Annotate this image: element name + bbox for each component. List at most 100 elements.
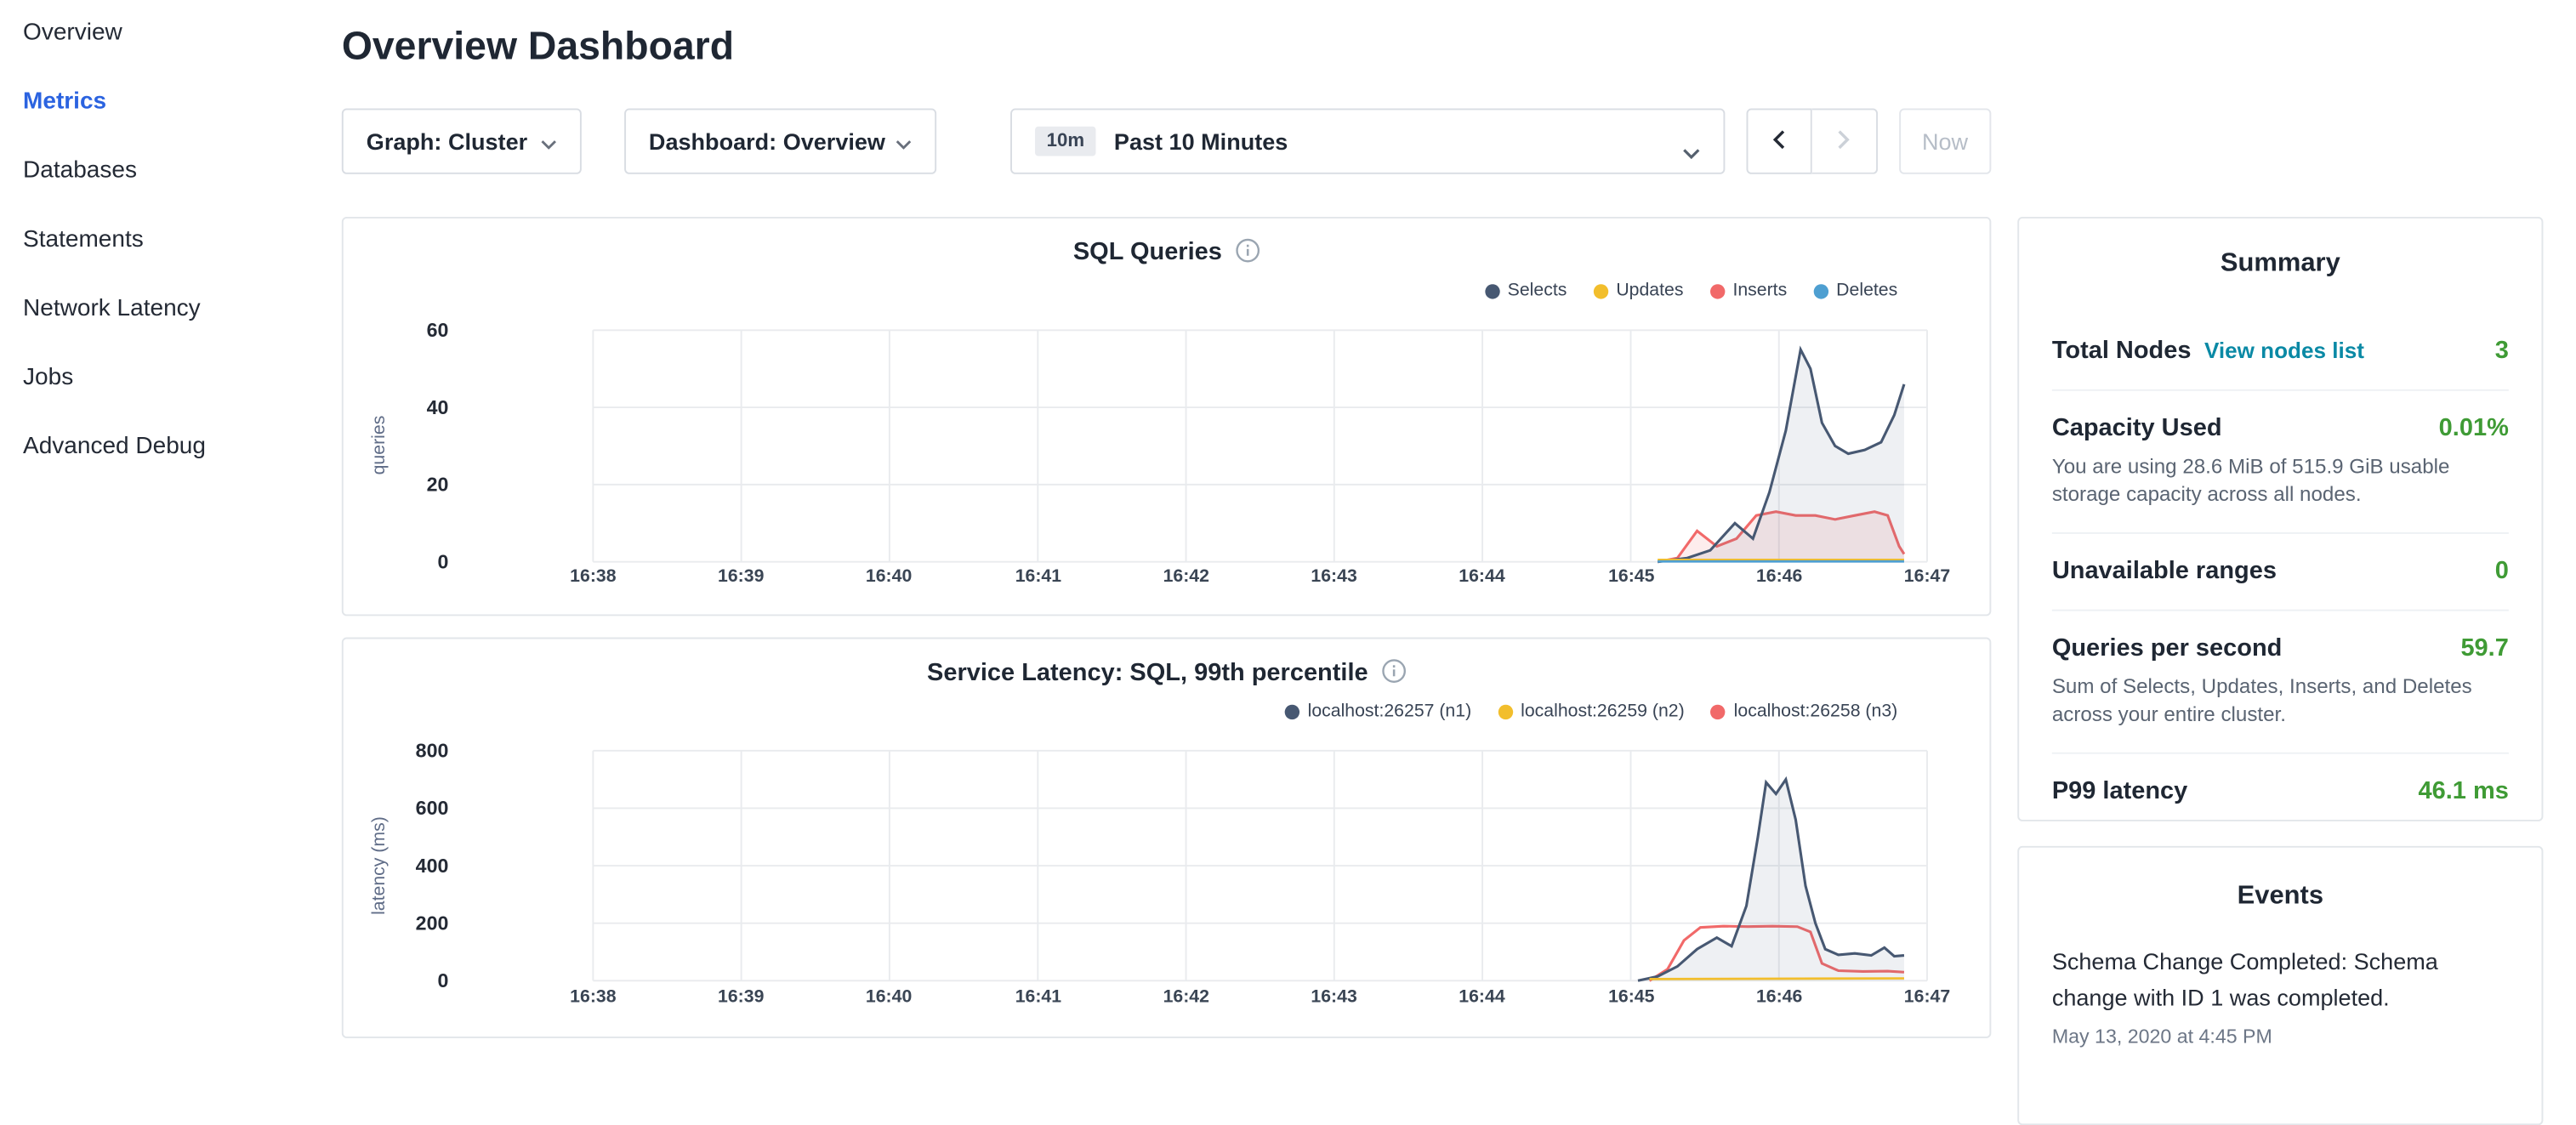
sidebar-item-databases[interactable]: Databases <box>23 153 312 189</box>
y-tick: 0 <box>373 548 449 575</box>
legend-label: Deletes <box>1836 281 1897 300</box>
time-range-dropdown[interactable]: 10m Past 10 Minutes <box>1010 108 1725 173</box>
sidebar-item-advanced-debug[interactable]: Advanced Debug <box>23 429 312 464</box>
info-icon[interactable] <box>1235 238 1260 270</box>
x-tick: 16:43 <box>1285 987 1384 1007</box>
chart-service-latency: Service Latency: SQL, 99th percentile lo… <box>342 638 1992 1038</box>
x-tick: 16:40 <box>839 987 938 1007</box>
x-tick: 16:46 <box>1730 987 1828 1007</box>
legend-item-inserts[interactable]: Inserts <box>1709 281 1787 300</box>
graph-dropdown-label: Graph: Cluster <box>367 128 527 155</box>
right-sidebar: Summary Total Nodes View nodes list 3 Ca… <box>2017 217 2543 1125</box>
chart-title-text: SQL Queries <box>1073 238 1222 266</box>
x-tick: 16:38 <box>543 987 642 1007</box>
legend-dot <box>1709 283 1724 298</box>
summary-label: P99 latency <box>2052 777 2187 807</box>
y-tick: 600 <box>373 795 449 821</box>
event-item[interactable]: Schema Change Completed: Schema change w… <box>2052 943 2509 1015</box>
events-panel: Events Schema Change Completed: Schema c… <box>2017 846 2543 1125</box>
page-title: Overview Dashboard <box>342 20 1992 76</box>
x-tick: 16:45 <box>1582 566 1680 586</box>
legend-dot <box>1285 704 1299 719</box>
y-tick: 200 <box>373 910 449 936</box>
view-nodes-list-link[interactable]: View nodes list <box>2204 337 2364 366</box>
x-tick: 16:41 <box>989 566 1088 586</box>
summary-description: Sum of Selects, Updates, Inserts, and De… <box>2052 673 2509 730</box>
summary-row-queries-per-second: Queries per second 59.7 Sum of Selects, … <box>2052 610 2509 753</box>
summary-value: 0.01% <box>2439 414 2509 444</box>
time-range-label: Past 10 Minutes <box>1114 128 1288 155</box>
y-tick: 20 <box>373 471 449 497</box>
summary-label: Queries per second <box>2052 634 2283 664</box>
x-tick: 16:46 <box>1730 566 1828 586</box>
summary-panel: Summary Total Nodes View nodes list 3 Ca… <box>2017 217 2543 821</box>
chart-legend: localhost:26257 (n1) localhost:26259 (n2… <box>1285 702 1898 721</box>
legend-label: localhost:26258 (n3) <box>1734 702 1898 721</box>
summary-value: 59.7 <box>2460 634 2508 664</box>
legend-label: Inserts <box>1732 281 1787 300</box>
sidebar-item-metrics[interactable]: Metrics <box>23 84 312 120</box>
legend-item-n1[interactable]: localhost:26257 (n1) <box>1285 702 1472 721</box>
x-tick: 16:47 <box>1878 566 1976 586</box>
sidebar-item-network-latency[interactable]: Network Latency <box>23 291 312 327</box>
chart-legend: Selects Updates Inserts Deletes <box>1485 281 1898 300</box>
y-tick: 0 <box>373 968 449 994</box>
summary-label: Unavailable ranges <box>2052 557 2277 587</box>
chart-sql-queries: SQL Queries Selects Updates Inserts Dele… <box>342 217 1992 616</box>
app-root: Overview Metrics Databases Statements Ne… <box>0 0 2576 1051</box>
events-title: Events <box>2052 848 2509 913</box>
y-tick: 60 <box>373 317 449 344</box>
summary-label: Total Nodes <box>2052 337 2192 366</box>
x-tick: 16:42 <box>1137 566 1236 586</box>
time-range-badge: 10m <box>1035 127 1096 156</box>
event-timestamp: May 13, 2020 at 4:45 PM <box>2052 1025 2509 1048</box>
x-tick: 16:38 <box>543 566 642 586</box>
sidebar: Overview Metrics Databases Statements Ne… <box>0 0 312 1051</box>
summary-row-p99-latency: P99 latency 46.1 ms <box>2052 753 2509 821</box>
chevron-down-icon <box>896 128 912 155</box>
y-tick: 40 <box>373 395 449 421</box>
summary-row-total-nodes: Total Nodes View nodes list 3 <box>2052 314 2509 389</box>
sidebar-item-jobs[interactable]: Jobs <box>23 360 312 395</box>
time-step-buttons <box>1746 108 1878 173</box>
legend-item-n2[interactable]: localhost:26259 (n2) <box>1498 702 1685 721</box>
x-tick: 16:47 <box>1878 987 1976 1007</box>
time-forward-button[interactable] <box>1811 108 1877 173</box>
legend-label: Updates <box>1616 281 1683 300</box>
chevron-left-icon <box>1772 129 1785 154</box>
legend-item-updates[interactable]: Updates <box>1593 281 1683 300</box>
chevron-right-icon <box>1837 129 1850 154</box>
legend-dot <box>1813 283 1828 298</box>
chart-title-text: Service Latency: SQL, 99th percentile <box>927 659 1368 687</box>
now-button[interactable]: Now <box>1899 108 1992 173</box>
summary-label: Capacity Used <box>2052 414 2222 444</box>
summary-value: 0 <box>2495 557 2509 587</box>
main-content: Overview Dashboard Graph: Cluster Dashbo… <box>342 0 1992 1038</box>
graph-dropdown[interactable]: Graph: Cluster <box>342 108 582 173</box>
summary-rows: Total Nodes View nodes list 3 Capacity U… <box>2052 314 2509 821</box>
legend-dot <box>1711 704 1726 719</box>
legend-label: localhost:26259 (n2) <box>1521 702 1685 721</box>
sidebar-item-statements[interactable]: Statements <box>23 222 312 258</box>
dashboard-dropdown-label: Dashboard: Overview <box>649 128 885 155</box>
summary-value: 3 <box>2495 337 2509 366</box>
dashboard-dropdown[interactable]: Dashboard: Overview <box>624 108 936 173</box>
x-tick: 16:42 <box>1137 987 1236 1007</box>
summary-title: Summary <box>2052 219 2509 281</box>
legend-dot <box>1593 283 1607 298</box>
info-icon[interactable] <box>1381 659 1406 690</box>
time-back-button[interactable] <box>1746 108 1811 173</box>
legend-item-n3[interactable]: localhost:26258 (n3) <box>1711 702 1898 721</box>
chart-title: SQL Queries <box>344 238 1990 270</box>
legend-item-selects[interactable]: Selects <box>1485 281 1567 300</box>
summary-value: 46.1 ms <box>2419 777 2509 807</box>
legend-dot <box>1485 283 1499 298</box>
service-latency-plot[interactable] <box>344 639 1992 1037</box>
x-tick: 16:44 <box>1433 566 1532 586</box>
x-tick: 16:43 <box>1285 566 1384 586</box>
sql-queries-plot[interactable] <box>344 219 1992 616</box>
legend-dot <box>1498 704 1512 719</box>
legend-label: localhost:26257 (n1) <box>1308 702 1472 721</box>
legend-item-deletes[interactable]: Deletes <box>1813 281 1897 300</box>
sidebar-item-overview[interactable]: Overview <box>23 14 312 50</box>
